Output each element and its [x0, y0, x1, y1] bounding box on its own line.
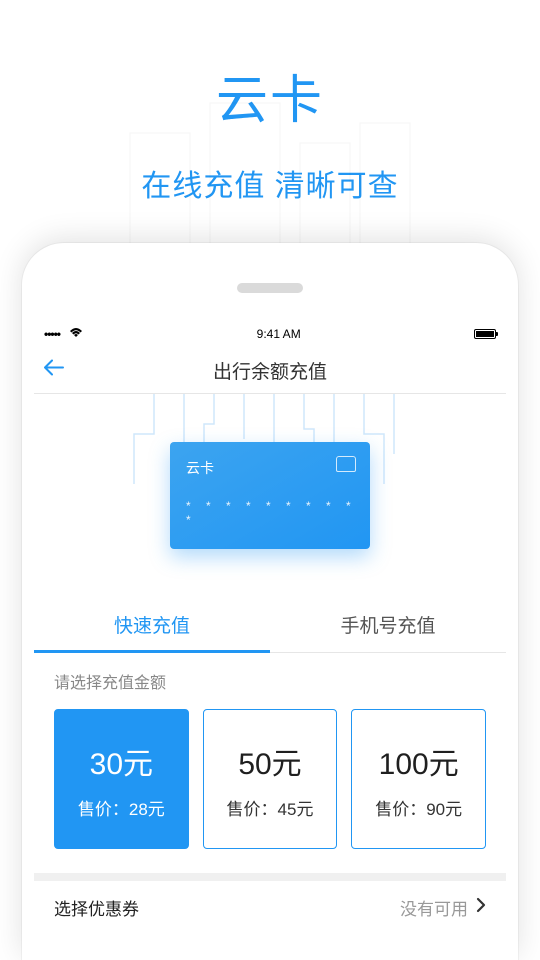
amount-price: 售价：90元: [375, 795, 462, 820]
recharge-tabs: 快速充值 手机号充值: [34, 597, 506, 653]
coupon-row[interactable]: 选择优惠券 没有可用: [34, 873, 506, 929]
bus-icon: [336, 456, 356, 472]
marketing-hero: 云卡 在线充值 清晰可查: [0, 0, 540, 243]
coupon-status: 没有可用: [400, 895, 468, 920]
wifi-icon: [69, 327, 83, 341]
page-title: 出行余额充值: [213, 357, 327, 384]
back-button[interactable]: [44, 360, 64, 381]
transit-card: 云卡 * * * * * * * * * *: [170, 442, 370, 549]
amount-section-label: 请选择充值金额: [34, 653, 506, 709]
card-preview-area: 云卡 * * * * * * * * * *: [34, 394, 506, 597]
phone-screen: ••••• 9:41 AM 出行余额充值: [34, 321, 506, 960]
tab-label: 手机号充值: [340, 611, 435, 638]
amount-option-50[interactable]: 50元 售价：45元: [203, 709, 338, 849]
card-number: * * * * * * * * * *: [186, 499, 370, 527]
coupon-right: 没有可用: [400, 895, 486, 920]
phone-speaker: [237, 283, 303, 293]
amount-options: 30元 售价：28元 50元 售价：45元 100元 售价：90元: [34, 709, 506, 869]
amount-option-100[interactable]: 100元 售价：90元: [351, 709, 486, 849]
amount-option-30[interactable]: 30元 售价：28元: [54, 709, 189, 849]
amount-value: 30元: [90, 739, 153, 783]
card-label: 云卡: [186, 458, 354, 478]
tab-phone-recharge[interactable]: 手机号充值: [270, 597, 506, 652]
status-bar: ••••• 9:41 AM: [34, 321, 506, 347]
buildings-bg-icon: [110, 93, 430, 243]
amount-value: 100元: [379, 739, 459, 783]
amount-value: 50元: [238, 739, 301, 783]
coupon-label: 选择优惠券: [54, 895, 139, 920]
phone-frame: ••••• 9:41 AM 出行余额充值: [22, 243, 518, 960]
status-time: 9:41 AM: [257, 327, 301, 341]
chevron-right-icon: [476, 896, 486, 919]
nav-bar: 出行余额充值: [34, 347, 506, 394]
tab-quick-recharge[interactable]: 快速充值: [34, 597, 270, 652]
signal-icon: •••••: [44, 327, 60, 341]
tab-label: 快速充值: [114, 611, 190, 638]
battery-icon: [474, 329, 496, 339]
amount-price: 售价：45元: [227, 795, 314, 820]
amount-price: 售价：28元: [78, 795, 165, 820]
